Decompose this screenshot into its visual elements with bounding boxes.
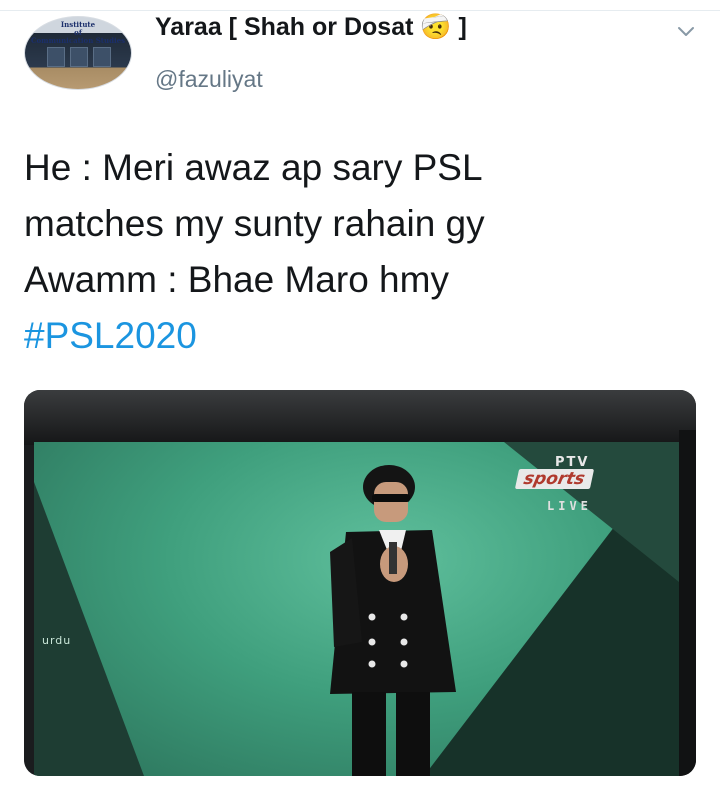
tweet-line: He : Meri awaz ap sary PSL — [24, 147, 483, 188]
user-handle[interactable]: @fazuliyat — [155, 66, 263, 93]
display-name[interactable]: Yaraa [ Shah or Dosat 🤕 ] — [155, 13, 467, 42]
avatar-building-window — [47, 47, 65, 67]
hashtag-link[interactable]: #PSL2020 — [24, 308, 704, 364]
logo-sports-text: sports — [514, 469, 594, 489]
avatar-sign: Institute of Communication Studies — [25, 21, 131, 45]
logo-live-text: LIVE — [547, 499, 592, 513]
tweet-line: Awamm : Bhae Maro hmy — [24, 259, 449, 300]
stage-shadow-left — [34, 482, 144, 776]
chevron-down-icon[interactable] — [673, 18, 699, 44]
performer-figure — [330, 465, 456, 776]
tweet-line: matches my sunty rahain gy — [24, 203, 485, 244]
avatar-building-window — [93, 47, 111, 67]
avatar-building-window — [70, 47, 88, 67]
logo-ptv-text: PTV — [555, 455, 590, 470]
tv-bezel — [24, 390, 696, 445]
avatar-sign-line-3: Communication Studies — [30, 36, 126, 45]
stage-backdrop-text: urdu — [42, 634, 72, 647]
avatar[interactable]: Institute of Communication Studies — [24, 16, 132, 90]
tv-frame — [679, 430, 696, 776]
tweet-card: Institute of Communication Studies Yaraa… — [0, 0, 720, 811]
tweet-media-photo[interactable]: urdu PTV sports LIVE — [24, 390, 696, 776]
ptv-sports-logo: PTV sports LIVE — [514, 455, 627, 525]
tweet-text: He : Meri awaz ap sary PSL matches my su… — [24, 140, 704, 364]
